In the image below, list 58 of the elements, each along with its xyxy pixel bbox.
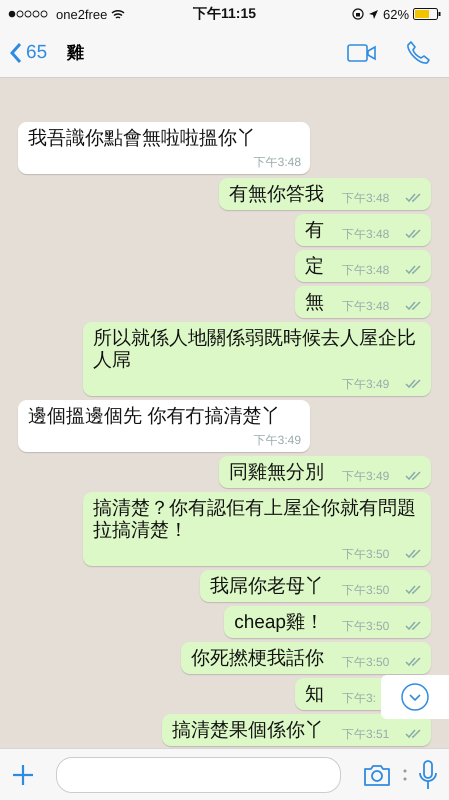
- message-text: 我屌你老母丫: [210, 576, 324, 598]
- message-time: 下午3:48: [342, 190, 390, 206]
- message-time: 下午3:49: [342, 376, 390, 392]
- read-ticks-icon: [405, 229, 422, 239]
- battery-icon: [413, 8, 442, 20]
- read-ticks-icon: [405, 471, 422, 481]
- battery-percent: 62%: [382, 6, 410, 22]
- microphone-icon[interactable]: [419, 760, 437, 790]
- read-ticks-icon: [405, 549, 422, 559]
- add-icon[interactable]: [12, 764, 34, 786]
- read-ticks-icon: [405, 265, 422, 275]
- message-input-field[interactable]: [56, 756, 341, 792]
- message-time: 下午3:51: [342, 726, 390, 742]
- dots-icon: [403, 768, 407, 782]
- message-text: 有: [305, 220, 324, 242]
- wifi-icon: [111, 8, 126, 20]
- message-time: 下午3:50: [342, 546, 390, 562]
- message-time: 下午3:49: [254, 432, 301, 448]
- message-text: 同雞無分別: [229, 462, 324, 484]
- back-button[interactable]: 65: [10, 42, 48, 64]
- message-text: 知: [305, 684, 324, 706]
- read-ticks-icon: [405, 379, 422, 389]
- message-text: 所以就係人地關係弱既時候去人屋企比人屌: [93, 328, 417, 372]
- read-ticks-icon: [405, 657, 422, 667]
- rotation-lock-icon: [352, 8, 364, 20]
- message-time: 下午3:49: [342, 468, 390, 484]
- message-time: 下午3:50: [342, 582, 390, 598]
- read-ticks-icon: [405, 301, 422, 311]
- location-arrow-icon: [368, 8, 379, 20]
- scroll-down-button[interactable]: [381, 675, 449, 719]
- message-time: 下午3:48: [342, 262, 390, 278]
- message-text: 你死撚梗我話你: [191, 648, 324, 670]
- phone-icon[interactable]: [405, 40, 431, 66]
- read-ticks-icon: [405, 621, 422, 631]
- message-time: 下午3:48: [342, 298, 390, 314]
- message-text: 搞清楚？你有認佢有上屋企你就有問題拉搞清楚！: [93, 498, 417, 542]
- carrier-name: one2free: [56, 6, 108, 22]
- message-text: 搞清楚果個係你丫: [172, 720, 324, 742]
- video-call-icon[interactable]: [347, 42, 377, 62]
- read-ticks-icon: [405, 585, 422, 595]
- message-time: 下午3:48: [254, 154, 301, 170]
- message-text: 無: [305, 292, 324, 314]
- read-ticks-icon: [405, 729, 422, 739]
- read-ticks-icon: [405, 193, 422, 203]
- chevron-left-icon: [10, 42, 22, 64]
- chevron-down-icon: [400, 682, 430, 712]
- message-time: 下午3:50: [342, 654, 390, 670]
- message-text: 我吾識你點會無啦啦搵你丫: [28, 128, 256, 150]
- message-text: 定: [305, 256, 324, 278]
- message-text: 邊個搵邊個先 你有冇搞清楚丫: [28, 406, 280, 428]
- clock-time: 下午11:15: [192, 5, 256, 23]
- chat-title: 雞: [67, 42, 86, 64]
- camera-icon[interactable]: [363, 762, 391, 786]
- message-time: 下午3:: [342, 690, 378, 706]
- message-text: 有無你答我: [229, 184, 324, 206]
- message-text: cheap雞！: [234, 612, 324, 634]
- message-time: 下午3:50: [342, 618, 390, 634]
- message-time: 下午3:48: [342, 226, 390, 242]
